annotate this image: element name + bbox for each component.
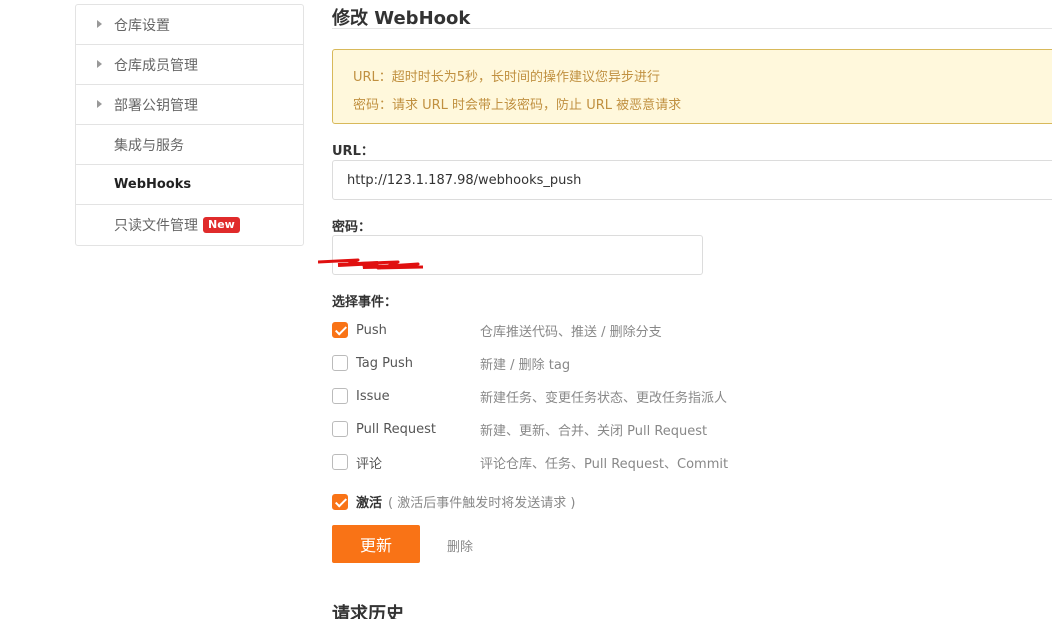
event-row-pull-request: Pull Request 新建、更新、合并、关闭 Pull Request [332, 419, 707, 439]
event-name: Push [356, 322, 387, 338]
title-divider [332, 28, 1052, 29]
request-history-title: 请求历史 [332, 604, 404, 619]
url-input-value: http://123.1.187.98/webhooks_push [347, 172, 582, 188]
password-label: 密码： [332, 220, 372, 235]
caret-right-icon [97, 100, 102, 108]
url-input[interactable]: http://123.1.187.98/webhooks_push [332, 160, 1052, 200]
webhook-settings-page: 仓库设置 仓库成员管理 部署公钥管理 集成与服务 WebHooks 只读文件管理… [0, 0, 1052, 619]
notice-line-password: 密码：请求 URL 时会带上该密码，防止 URL 被恶意请求 [353, 98, 682, 113]
page-title: 修改 WebHook [332, 8, 471, 29]
activate-checkbox[interactable] [332, 493, 348, 510]
sidebar-item-label: 仓库设置 [114, 17, 170, 34]
event-description: 评论仓库、任务、Pull Request、Commit [480, 456, 729, 472]
sidebar-item-members[interactable]: 仓库成员管理 [76, 45, 303, 85]
pull-request-checkbox[interactable] [332, 421, 348, 437]
sidebar-item-label: 部署公钥管理 [114, 97, 198, 114]
sidebar-item-integrations[interactable]: 集成与服务 [76, 125, 303, 165]
event-name: Tag Push [356, 355, 414, 371]
url-label: URL： [332, 144, 374, 159]
push-checkbox[interactable] [332, 322, 348, 338]
new-badge: New [203, 217, 240, 233]
event-name: Issue [356, 388, 390, 404]
delete-link[interactable]: 删除 [447, 536, 473, 555]
activate-label: 激活 [356, 496, 383, 511]
event-row-tag-push: Tag Push 新建 / 删除 tag [332, 353, 570, 373]
caret-right-icon [97, 60, 102, 68]
settings-sidebar: 仓库设置 仓库成员管理 部署公钥管理 集成与服务 WebHooks 只读文件管理… [75, 4, 304, 246]
event-description: 新建任务、变更任务状态、更改任务指派人 [480, 390, 728, 406]
sidebar-item-label: WebHooks [114, 177, 192, 192]
sidebar-item-label: 只读文件管理 [114, 218, 198, 234]
events-label: 选择事件： [332, 295, 398, 310]
sidebar-item-repo-settings[interactable]: 仓库设置 [76, 5, 303, 45]
tag-push-checkbox[interactable] [332, 355, 348, 371]
sidebar-item-label: 仓库成员管理 [114, 57, 198, 74]
comment-checkbox[interactable] [332, 454, 348, 470]
sidebar-item-webhooks[interactable]: WebHooks [76, 165, 303, 205]
sidebar-item-label: 集成与服务 [114, 137, 184, 154]
event-row-issue: Issue 新建任务、变更任务状态、更改任务指派人 [332, 386, 727, 406]
notice-line-url: URL：超时时长为5秒，长时间的操作建议您异步进行 [353, 70, 661, 85]
event-name: Pull Request [356, 421, 437, 437]
notice-box: URL：超时时长为5秒，长时间的操作建议您异步进行 密码：请求 URL 时会带上… [332, 49, 1052, 124]
event-row-comment: 评论 评论仓库、任务、Pull Request、Commit [332, 452, 728, 472]
redaction-scribble [318, 258, 424, 270]
main-content: 修改 WebHook URL：超时时长为5秒，长时间的操作建议您异步进行 密码：… [318, 0, 1052, 619]
issue-checkbox[interactable] [332, 388, 348, 404]
activate-note: ( 激活后事件触发时将发送请求 ) [388, 496, 576, 511]
event-description: 新建、更新、合并、关闭 Pull Request [480, 423, 708, 439]
event-description: 新建 / 删除 tag [480, 357, 571, 373]
sidebar-item-deploy-keys[interactable]: 部署公钥管理 [76, 85, 303, 125]
event-description: 仓库推送代码、推送 / 删除分支 [480, 324, 662, 340]
caret-right-icon [97, 20, 102, 28]
update-button[interactable]: 更新 [332, 525, 420, 563]
activate-row: 激活 ( 激活后事件触发时将发送请求 ) [332, 492, 575, 511]
event-row-push: Push 仓库推送代码、推送 / 删除分支 [332, 320, 662, 340]
event-name: 评论 [356, 456, 383, 472]
sidebar-item-readonly-files[interactable]: 只读文件管理 New [76, 205, 303, 245]
